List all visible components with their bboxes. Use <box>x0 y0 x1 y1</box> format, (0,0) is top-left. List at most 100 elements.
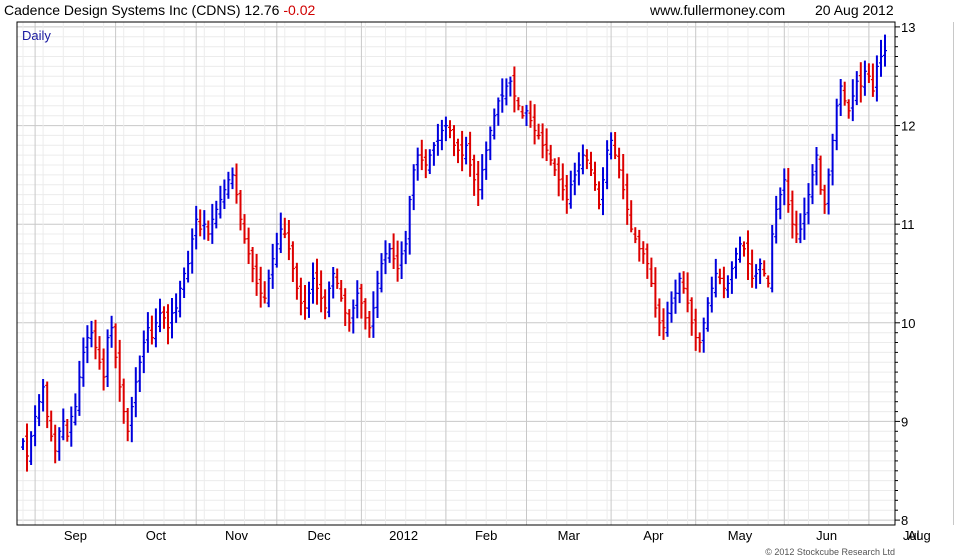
price-bar <box>456 138 460 164</box>
price-bar <box>504 78 509 106</box>
price-bar <box>883 34 887 67</box>
price-bar <box>351 299 356 334</box>
price-bar <box>190 228 195 274</box>
price-bar <box>411 164 416 211</box>
x-tick-label: Apr <box>643 528 664 543</box>
price-bar <box>568 170 573 209</box>
price-bar <box>41 379 46 412</box>
price-bar <box>693 308 698 351</box>
price-bar <box>343 288 348 326</box>
price-bar <box>101 348 106 391</box>
price-bar <box>653 267 658 318</box>
copyright-note: © 2012 Stockcube Research Ltd <box>765 547 895 557</box>
price-bar <box>270 243 275 289</box>
price-bar <box>206 220 211 241</box>
price-bar <box>387 243 392 263</box>
x-tick-label: Aug <box>908 528 931 543</box>
price-bar <box>782 168 787 206</box>
price-bar <box>725 275 730 298</box>
price-bar <box>794 210 799 243</box>
price-bar <box>709 276 714 313</box>
price-bar <box>282 217 287 239</box>
price-bar <box>766 275 771 288</box>
price-bar <box>665 301 670 337</box>
price-bar <box>468 131 473 177</box>
price-bar <box>842 81 847 106</box>
price-bar <box>186 250 191 283</box>
price-bar <box>464 136 469 165</box>
price-bar <box>331 267 336 299</box>
price-bar <box>738 236 742 263</box>
price-bar <box>657 298 662 337</box>
price-bar <box>274 232 279 268</box>
price-bar <box>556 157 561 197</box>
price-bar <box>649 257 654 287</box>
price-bar <box>246 227 251 264</box>
price-bar <box>633 227 638 244</box>
price-bar <box>713 258 718 298</box>
price-bar <box>21 438 25 450</box>
price-bar <box>580 144 585 175</box>
price-bar <box>290 241 295 282</box>
price-bar <box>584 149 589 170</box>
price-bar <box>69 406 74 447</box>
price-bar <box>85 325 90 364</box>
price-bar <box>166 304 170 345</box>
price-bar <box>129 396 134 443</box>
price-bar <box>319 270 324 313</box>
price-bar <box>77 360 82 416</box>
price-bar <box>250 247 255 283</box>
price-bar <box>379 253 384 293</box>
x-tick-label: Nov <box>225 528 249 543</box>
price-bar <box>427 149 432 174</box>
y-tick-label: 8 <box>901 513 908 528</box>
price-bar <box>850 79 855 122</box>
price-bar <box>443 116 448 142</box>
price-bar <box>158 298 162 333</box>
price-bar <box>597 181 601 210</box>
price-chart: Daily 8 9 10 11 12 13 Sep Oct Nov Dec 2012 Feb Mar A… <box>16 20 954 557</box>
price-bar <box>266 269 271 308</box>
price-bar <box>153 308 158 348</box>
price-bar <box>117 339 122 402</box>
price-bar <box>93 319 98 360</box>
price-bar <box>496 97 501 126</box>
price-bar <box>105 329 110 387</box>
price-bar <box>178 280 183 318</box>
price-bar <box>798 213 803 244</box>
price-bar <box>198 209 203 237</box>
y-tick-label: 12 <box>901 119 915 134</box>
price-bar <box>403 230 408 265</box>
price-bar <box>57 427 62 461</box>
y-tick-label: 10 <box>901 316 915 331</box>
price-bar <box>371 291 376 338</box>
price-bar <box>395 240 400 282</box>
price-bar <box>540 123 545 159</box>
price-bar <box>194 205 199 250</box>
price-bar <box>25 423 29 472</box>
price-bar <box>254 253 259 296</box>
x-tick-label: Feb <box>475 528 497 543</box>
y-tick-label: 9 <box>901 414 908 429</box>
price-bar <box>125 408 130 442</box>
price-bar <box>367 311 372 338</box>
price-bar <box>303 285 307 320</box>
price-bar <box>65 419 70 442</box>
x-tick-label: 2012 <box>389 528 418 543</box>
price-bar <box>234 163 239 204</box>
price-bar <box>73 393 78 426</box>
price-bar <box>617 147 622 179</box>
price-bar <box>641 241 646 264</box>
price-bar <box>717 268 722 285</box>
price-bar <box>149 315 154 345</box>
price-bar <box>838 79 843 116</box>
price-bar <box>327 281 332 318</box>
price-bar <box>762 260 767 277</box>
price-bar <box>347 309 352 332</box>
price-bar <box>480 154 485 200</box>
price-bar <box>677 272 682 304</box>
price-bar <box>544 128 549 161</box>
x-tick-label: May <box>728 528 753 543</box>
price-bar <box>879 39 883 77</box>
price-bar <box>601 167 605 216</box>
